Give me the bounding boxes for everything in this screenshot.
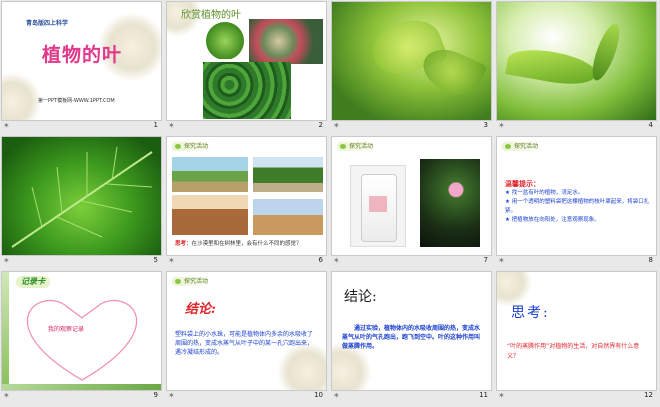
succulent-photo — [249, 19, 323, 64]
bag-print — [369, 196, 387, 212]
slide-10[interactable]: 探究活动 结论: 塑料袋上的小水珠，可能是植物体内多余的水吸收了周围的热，变成水… — [167, 272, 326, 390]
activity-tag: 探究活动 — [337, 142, 378, 151]
slide-number: 12 — [644, 391, 653, 399]
slide-thumbnail-9[interactable]: 记录卡 我的观察记录 ✶ 9 — [0, 270, 165, 405]
desert-photo — [253, 199, 323, 235]
slide-2[interactable]: 欣赏植物的叶 — [167, 2, 326, 120]
slide-effect-icon[interactable]: ✶ — [3, 256, 10, 265]
tip-list: ★ 找一盆有叶的植物，浇足水。 ★ 用一个透明的塑料袋把这棵植物的枝叶罩起来，将… — [505, 189, 651, 225]
slide-thumbnail-7[interactable]: 探究活动 ✶ 7 — [330, 135, 495, 270]
slide-6[interactable]: 探究活动 思考：在沙漠里和在树林里，会有什么不同的感觉？ — [167, 137, 326, 255]
tea-bud — [587, 20, 625, 84]
caption-text: 在沙漠里和在树林里，会有什么不同的感觉？ — [191, 241, 302, 247]
slide-number: 11 — [479, 391, 488, 399]
slide-number: 7 — [483, 256, 488, 264]
record-label: 我的观察记录 — [48, 326, 85, 333]
slide-effect-icon[interactable]: ✶ — [333, 391, 340, 400]
slide-thumbnail-1[interactable]: 青岛版四上科学 植物的叶 第一PPT模板网-WWW.1PPT.COM ✶ 1 — [0, 0, 165, 135]
slide-4[interactable] — [497, 2, 656, 120]
slide-sorter-grid: 青岛版四上科学 植物的叶 第一PPT模板网-WWW.1PPT.COM ✶ 1 欣… — [0, 0, 660, 407]
slide-thumbnail-6[interactable]: 探究活动 思考：在沙漠里和在树林里，会有什么不同的感觉？ ✶ 6 — [165, 135, 330, 270]
slide-thumbnail-11[interactable]: 结论: 通过实验，植物体内的水吸收周围的热，变成水蒸气从叶的气孔跑出，跑飞到空中… — [330, 270, 495, 405]
slide-effect-icon[interactable]: ✶ — [3, 121, 10, 130]
slide-thumbnail-3[interactable]: ✶ 3 — [330, 0, 495, 135]
flower-decoration — [2, 72, 42, 120]
slide-effect-icon[interactable]: ✶ — [333, 256, 340, 265]
conclusion-body: 塑料袋上的小水珠，可能是植物体内多余的水吸收了周围的热，变成水蒸气从叶子中的某一… — [175, 331, 314, 356]
slide-effect-icon[interactable]: ✶ — [168, 256, 175, 265]
slide-number: 4 — [648, 121, 653, 129]
seedling-photo — [203, 19, 247, 59]
slide-number: 1 — [153, 121, 158, 129]
slide-thumbnail-10[interactable]: 探究活动 结论: 塑料袋上的小水珠，可能是植物体内多余的水吸收了周围的热，变成水… — [165, 270, 330, 405]
slide-title: 植物的叶 — [42, 44, 123, 66]
activity-tag: 探究活动 — [172, 142, 213, 151]
conclusion-heading: 结论: — [344, 289, 377, 305]
forest-path-photo — [253, 157, 323, 192]
slide-8[interactable]: 探究活动 温馨提示： ★ 找一盆有叶的植物，浇足水。 ★ 用一个透明的塑料袋把这… — [497, 137, 656, 255]
caption-label: 思考： — [175, 241, 192, 247]
publisher-label: 青岛版四上科学 — [26, 20, 69, 27]
slide-5[interactable] — [2, 137, 161, 255]
slide-thumbnail-12[interactable]: 思考: “叶的蒸腾作用”对植物的生活，对自然界有什么意义？ ✶ 12 — [495, 270, 660, 405]
slide-thumbnail-2[interactable]: 欣赏植物的叶 ✶ 2 — [165, 0, 330, 135]
forest-walk-photo — [172, 157, 248, 192]
slide-7[interactable]: 探究活动 — [332, 137, 491, 255]
bagged-plant-photo — [420, 159, 480, 247]
conclusion-heading: 结论: — [185, 302, 216, 317]
conclusion-body: 通过实验，植物体内的水吸收周围的热，变成水蒸气从叶的气孔跑出，跑飞到空中。叶的这… — [342, 325, 481, 350]
thinking-caption: 思考：在沙漠里和在树林里，会有什么不同的感觉？ — [175, 239, 302, 247]
slide-effect-icon[interactable]: ✶ — [498, 256, 505, 265]
footer-text: 第一PPT模板网-WWW.1PPT.COM — [38, 98, 115, 104]
slide-thumbnail-4[interactable]: ✶ 4 — [495, 0, 660, 135]
slide-1[interactable]: 青岛版四上科学 植物的叶 第一PPT模板网-WWW.1PPT.COM — [2, 2, 161, 120]
slide-effect-icon[interactable]: ✶ — [498, 121, 505, 130]
slide-effect-icon[interactable]: ✶ — [333, 121, 340, 130]
activity-tag: 探究活动 — [172, 277, 213, 286]
slide-effect-icon[interactable]: ✶ — [498, 391, 505, 400]
leaves-photo — [203, 62, 291, 119]
slide-11[interactable]: 结论: 通过实验，植物体内的水吸收周围的热，变成水蒸气从叶的气孔跑出，跑飞到空中… — [332, 272, 491, 390]
thinking-question: “叶的蒸腾作用”对植物的生活，对自然界有什么意义？ — [507, 343, 640, 360]
tip-title: 温馨提示： — [505, 180, 540, 188]
slide-thumbnail-5[interactable]: ✶ 5 — [0, 135, 165, 270]
tip-item: ★ 把植物放在向阳处，注意观察现象。 — [505, 217, 600, 223]
activity-tag: 探究活动 — [502, 142, 543, 151]
slide-number: 5 — [153, 256, 158, 264]
desert-hikers-photo — [172, 195, 248, 235]
leaf-vein-graphic — [11, 146, 153, 248]
slide-9[interactable]: 记录卡 我的观察记录 — [2, 272, 161, 390]
tip-item: ★ 找一盆有叶的植物，浇足水。 — [505, 190, 584, 196]
plastic-bag-photo — [350, 165, 406, 247]
slide-number: 8 — [648, 256, 653, 264]
tea-leaf — [505, 44, 599, 90]
slide-effect-icon[interactable]: ✶ — [168, 121, 175, 130]
tip-item: ★ 用一个透明的塑料袋把这棵植物的枝叶罩起来，将袋口扎紧。 — [505, 199, 650, 214]
slide-effect-icon[interactable]: ✶ — [3, 391, 10, 400]
slide-number: 9 — [153, 391, 158, 399]
slide-number: 10 — [314, 391, 323, 399]
thinking-heading: 思考: — [511, 305, 550, 321]
slide-12[interactable]: 思考: “叶的蒸腾作用”对植物的生活，对自然界有什么意义？ — [497, 272, 656, 390]
slide-effect-icon[interactable]: ✶ — [168, 391, 175, 400]
slide-number: 2 — [318, 121, 323, 129]
slide-3[interactable] — [332, 2, 491, 120]
slide-thumbnail-8[interactable]: 探究活动 温馨提示： ★ 找一盆有叶的植物，浇足水。 ★ 用一个透明的塑料袋把这… — [495, 135, 660, 270]
slide-number: 3 — [483, 121, 488, 129]
slide-number: 6 — [318, 256, 323, 264]
